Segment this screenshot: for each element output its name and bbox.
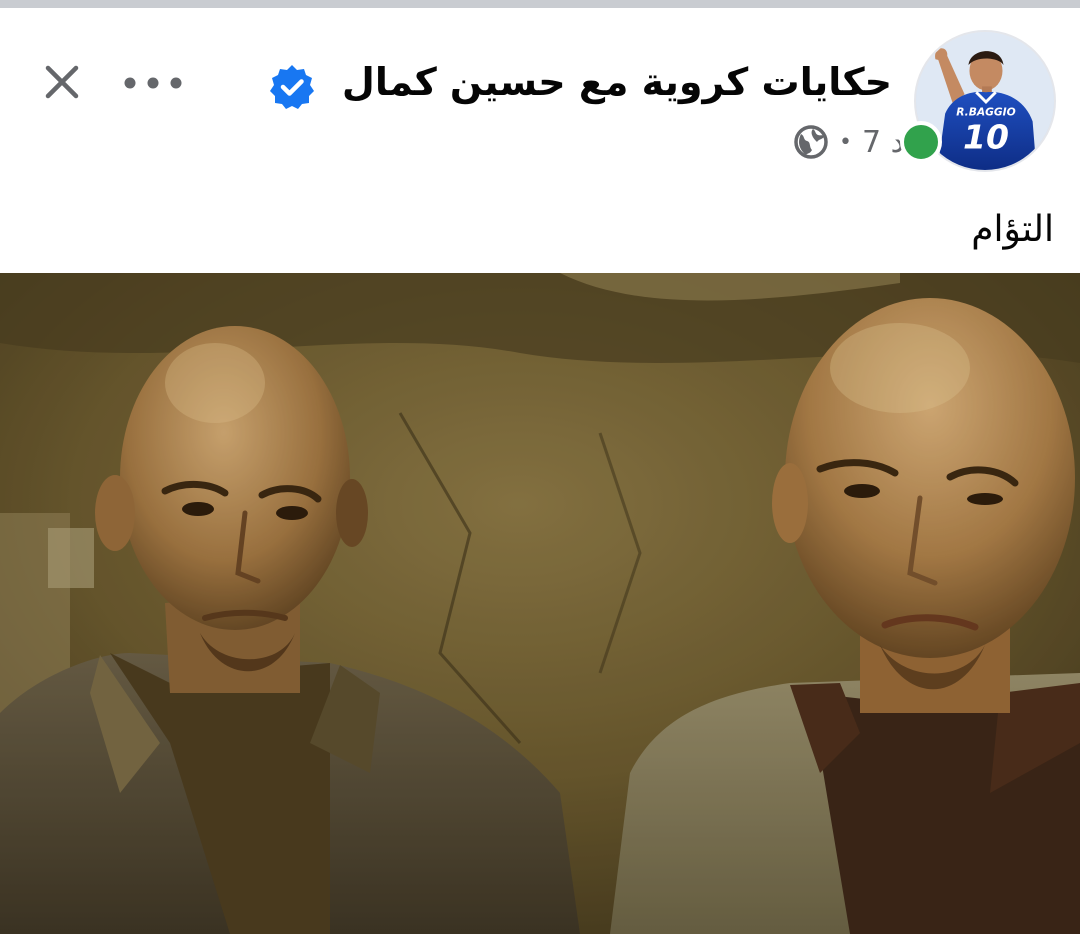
post-time[interactable]: 7 د	[862, 125, 904, 160]
post-photo[interactable]	[0, 273, 1080, 934]
post-meta: 7 د •	[793, 120, 904, 164]
verified-badge-icon	[268, 63, 316, 111]
close-icon[interactable]	[40, 60, 84, 104]
globe-icon[interactable]	[793, 124, 829, 160]
meta-separator: •	[839, 129, 853, 155]
post-caption: التؤام	[971, 209, 1054, 250]
avatar-jersey-name: R.BAGGIO	[956, 106, 1016, 119]
online-indicator	[900, 121, 942, 163]
post-photo-illustration	[0, 273, 1080, 934]
top-divider	[0, 0, 1080, 8]
avatar-jersey-number: 10	[963, 118, 1009, 157]
more-options-icon[interactable]	[120, 68, 186, 98]
page-name-link[interactable]: حكايات كروية مع حسين كمال	[342, 52, 892, 112]
post-header: حكايات كروية مع حسين كمال 7 د • R.BAGGIO…	[0, 8, 1080, 188]
